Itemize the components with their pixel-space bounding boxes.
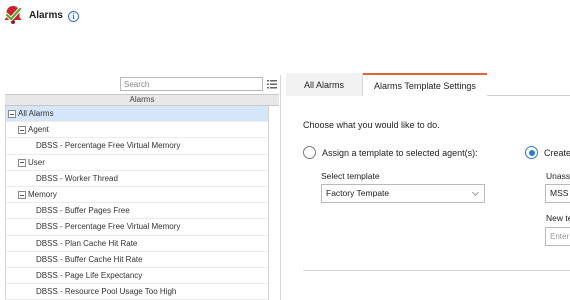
tree-item-label: DBSS - Worker Thread: [36, 173, 118, 183]
instruction-text: Choose what you would like to do.: [303, 120, 440, 130]
create-template-label[interactable]: Create: [544, 148, 570, 158]
app-header: Alarms i: [0, 0, 570, 34]
tab-alarms-template-settings[interactable]: Alarms Template Settings: [363, 73, 487, 96]
tree-column-header[interactable]: Alarms: [5, 94, 279, 106]
tree-item-alarm[interactable]: DBSS - Plan Cache Hit Rate: [6, 236, 268, 252]
new-template-input[interactable]: Enter: [545, 227, 570, 246]
tree-item-group[interactable]: User: [6, 155, 268, 171]
tree-item-label: DBSS - Page Life Expectancy: [36, 271, 143, 280]
unassigned-label: Unass: [546, 171, 570, 181]
tree-item-label: DBSS - Buffer Cache Hit Rate: [36, 254, 143, 264]
template-select[interactable]: Factory Tempate: [321, 184, 485, 203]
chevron-down-icon: [471, 188, 480, 197]
create-template-radio[interactable]: [525, 146, 538, 159]
collapse-toggle-icon[interactable]: [8, 110, 16, 118]
unassigned-select[interactable]: MSS: [545, 184, 570, 203]
columns-menu-icon[interactable]: [267, 79, 277, 89]
info-icon[interactable]: i: [68, 11, 79, 22]
panel-splitter[interactable]: [280, 75, 281, 300]
tree-item-label: DBSS - Buffer Pages Free: [36, 206, 130, 216]
alarm-bell-check-icon: [4, 6, 22, 24]
tree-item-label: All Alarms: [18, 109, 54, 118]
tree-item-label: User: [28, 157, 45, 167]
tree-item-label: DBSS - Plan Cache Hit Rate: [36, 238, 138, 248]
section-divider: [303, 270, 570, 271]
assign-template-radio[interactable]: [303, 146, 316, 159]
new-template-label: New te: [546, 213, 570, 223]
template-settings-panel: All Alarms Alarms Template Settings Choo…: [286, 73, 570, 300]
tree-toolbar: [5, 75, 279, 95]
alarms-tree-panel: Alarms All Alarms Agent DBSS - Percentage …: [5, 75, 279, 300]
collapse-toggle-icon[interactable]: [18, 126, 26, 135]
tree-item-alarm[interactable]: DBSS - Page Life Expectancy: [6, 268, 268, 285]
tree-item-alarm[interactable]: DBSS - Buffer Pages Free: [6, 203, 268, 220]
tree-item-group[interactable]: All Alarms: [6, 106, 268, 123]
collapse-toggle-icon[interactable]: [18, 158, 26, 167]
tree-item-group[interactable]: Agent: [6, 122, 268, 139]
assign-template-label[interactable]: Assign a template to selected agent(s):: [322, 148, 478, 158]
tree-item-label: DBSS - Percentage Free Virtual Memory: [36, 222, 181, 232]
page-title: Alarms: [29, 10, 63, 21]
tree-item-label: Memory: [28, 190, 57, 199]
tree-item-alarm[interactable]: DBSS - Buffer Cache Hit Rate: [6, 252, 268, 268]
template-select-value: Factory Tempate: [326, 188, 390, 198]
tree-scrollbar[interactable]: [268, 106, 279, 300]
tree-item-label: DBSS - Percentage Free Virtual Memory: [36, 141, 181, 151]
select-template-label: Select template: [321, 171, 380, 181]
tab-all-alarms[interactable]: All Alarms: [286, 73, 363, 96]
tree-item-label: DBSS - Resource Pool Usage Too High: [36, 287, 177, 297]
tree-item-alarm[interactable]: DBSS - Worker Thread: [6, 171, 268, 187]
tab-strip: All Alarms Alarms Template Settings: [286, 73, 570, 96]
tree-item-alarm[interactable]: DBSS - Percentage Free Virtual Memory: [6, 138, 268, 155]
tree-item-label: Agent: [28, 125, 49, 135]
tree-item-alarm[interactable]: DBSS - Percentage Free Virtual Memory: [6, 219, 268, 236]
collapse-toggle-icon[interactable]: [18, 191, 26, 199]
tree-item-group[interactable]: Memory: [6, 187, 268, 204]
alarms-tree: All Alarms Agent DBSS - Percentage Free Vi…: [5, 106, 268, 300]
search-input[interactable]: [120, 77, 263, 91]
tree-item-alarm[interactable]: DBSS - Resource Pool Usage Too High: [6, 284, 268, 300]
